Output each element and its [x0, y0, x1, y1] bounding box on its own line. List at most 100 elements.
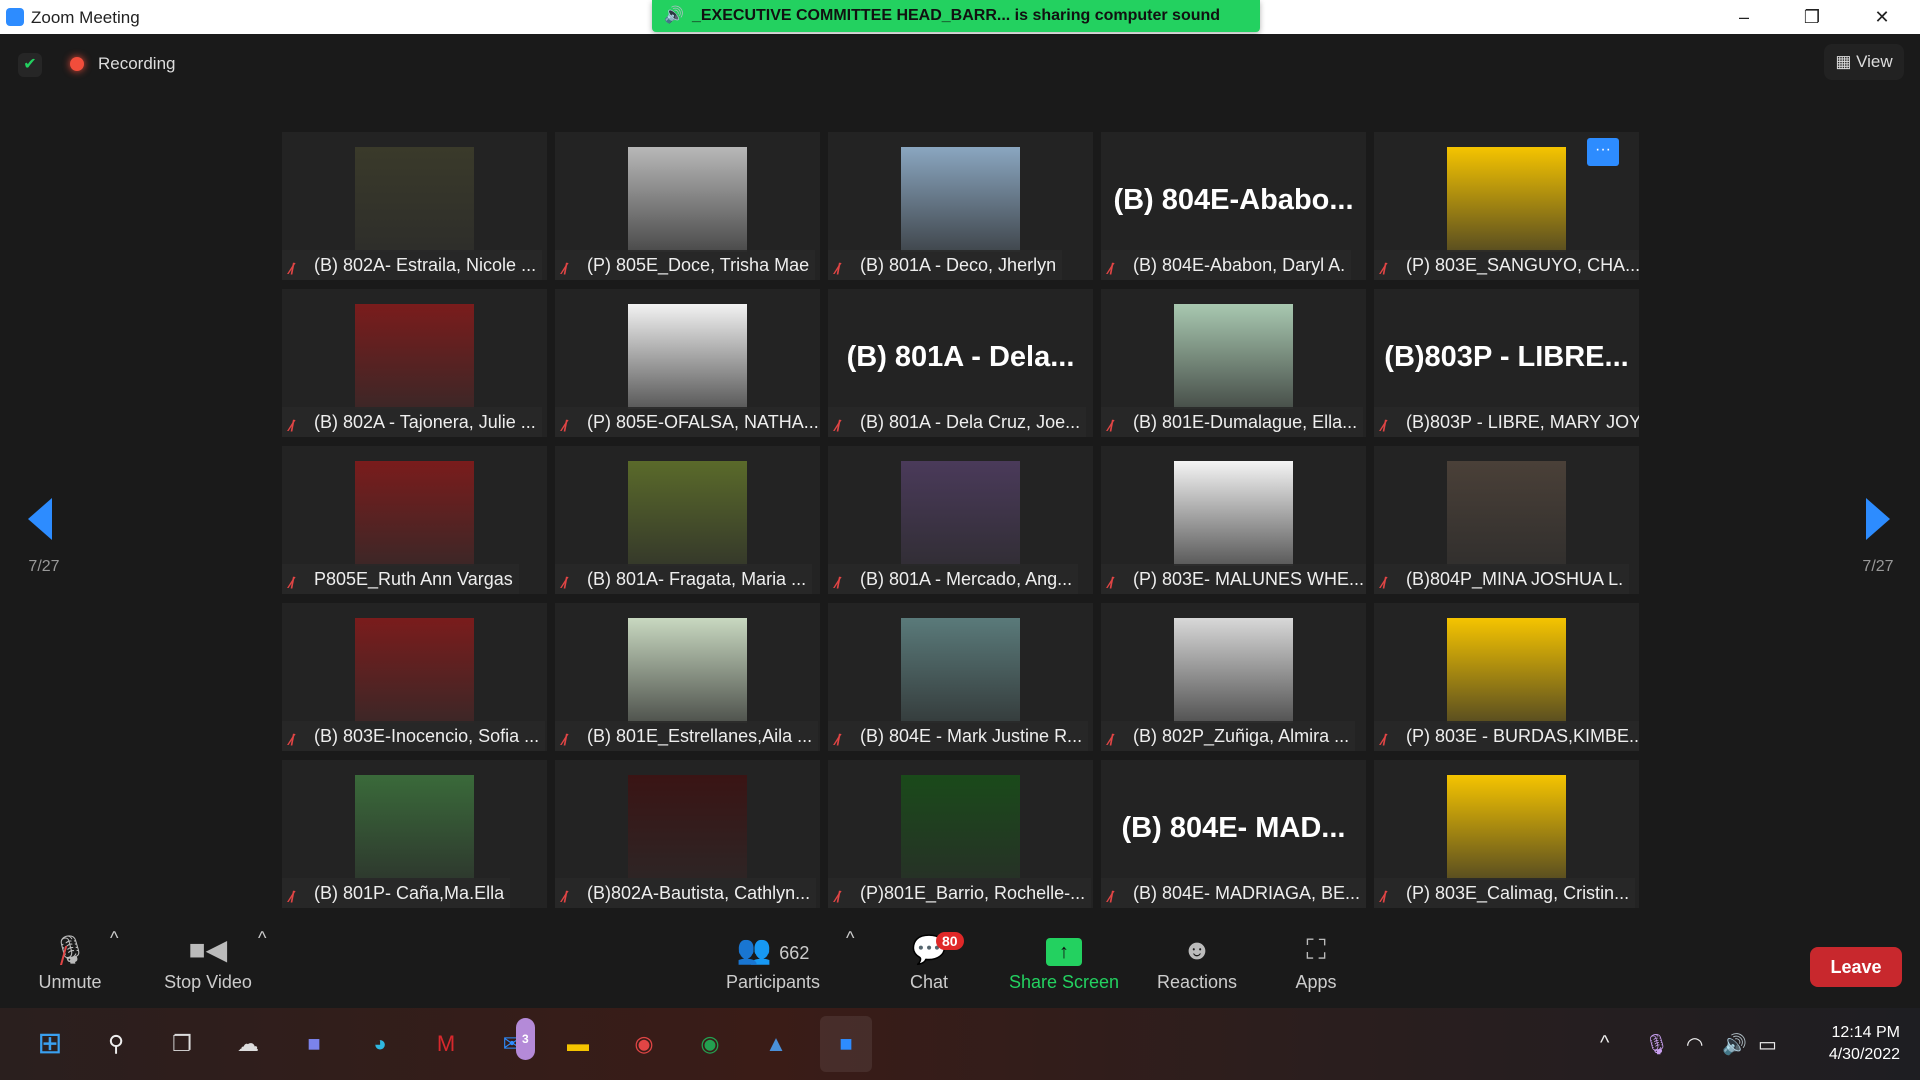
leave-button[interactable]: Leave	[1810, 947, 1902, 987]
apps-icon: ⛶	[1306, 934, 1326, 965]
participant-video	[355, 775, 474, 880]
audio-options-caret[interactable]: ^	[110, 928, 118, 949]
participant-tile[interactable]: ⁄̸ (B) 801E_Estrellanes,Aila ...	[555, 603, 820, 751]
restore-button[interactable]: ❐	[1792, 4, 1832, 30]
participant-name: (B) 804E-Ababon, Daryl A.	[1133, 255, 1346, 275]
participant-name-label: ⁄̸ (B) 804E- MADRIAGA, BE...	[1101, 878, 1366, 908]
microphone-tray-icon[interactable]: 🎙	[1644, 1032, 1669, 1057]
participant-name: (B)803P - LIBRE, MARY JOY	[1406, 412, 1639, 432]
muted-mic-icon: ⁄̸	[290, 575, 293, 592]
participant-tile[interactable]: ⁄̸ (B) 804E - Mark Justine R...	[828, 603, 1093, 751]
participant-tile[interactable]: ⁄̸ (B) 803E-Inocencio, Sofia ...	[282, 603, 547, 751]
mail-icon[interactable]: ✉ 3	[492, 1018, 535, 1064]
chrome-icon[interactable]: ◉	[624, 1024, 664, 1064]
search-icon[interactable]: ⚲	[96, 1024, 136, 1064]
participant-video	[355, 304, 474, 409]
participant-tile[interactable]: (B) 804E- MAD... ⁄̸ (B) 804E- MADRIAGA, BE…	[1101, 760, 1366, 908]
participant-tile[interactable]: ⁄̸ P805E_Ruth Ann Vargas	[282, 446, 547, 594]
participant-name-display: (B) 804E-Ababo...	[1113, 184, 1354, 216]
muted-mic-icon: ⁄̸	[1109, 732, 1112, 749]
volume-icon[interactable]: 🔊	[1722, 1032, 1747, 1057]
file-explorer-icon[interactable]: ▬	[558, 1024, 598, 1064]
muted-mic-icon: ⁄̸	[836, 575, 839, 592]
mcafee-icon[interactable]: M	[426, 1024, 466, 1064]
participant-tile[interactable]: ⁄̸ (P) 803E- MALUNES WHE...	[1101, 446, 1366, 594]
clock[interactable]: 12:14 PM 4/30/2022	[1829, 1022, 1900, 1066]
participant-video	[1447, 618, 1566, 723]
zoom-taskbar-icon[interactable]: ■	[820, 1016, 872, 1072]
participant-name: (B) 803E-Inocencio, Sofia ...	[314, 726, 540, 746]
window-title: Zoom Meeting	[31, 8, 140, 27]
zoom-app-icon	[6, 8, 24, 26]
view-button[interactable]: ▦ View	[1824, 44, 1904, 80]
participant-tile[interactable]: ⁄̸ (B) 802A- Estraila, Nicole ...	[282, 132, 547, 280]
participants-options-caret[interactable]: ^	[846, 928, 854, 949]
participant-tile[interactable]: ⁄̸ (B) 801A- Fragata, Maria ...	[555, 446, 820, 594]
participant-name: (B)804P_MINA JOSHUA L.	[1406, 569, 1624, 589]
edge-browser-icon[interactable]: ◕	[360, 1024, 400, 1064]
participant-name: (B) 801A- Fragata, Maria ...	[587, 569, 807, 589]
muted-mic-icon: ⁄̸	[1382, 889, 1385, 906]
reactions-button[interactable]: ☻ Reactions	[1152, 928, 1242, 993]
more-options-button[interactable]: ···	[1587, 138, 1619, 166]
participant-name-label: ⁄̸ (B) 804E - Mark Justine R...	[828, 721, 1089, 751]
muted-mic-icon: ⁄̸	[1109, 261, 1112, 278]
photos-icon[interactable]: ▲	[756, 1024, 796, 1064]
participant-tile[interactable]: ⁄̸ (B)802A-Bautista, Cathlyn...	[555, 760, 820, 908]
clock-date: 4/30/2022	[1828, 1046, 1900, 1063]
participant-name-label: ⁄̸ (B)804P_MINA JOSHUA L.	[1374, 564, 1630, 594]
participant-tile[interactable]: ⁄̸ (P) 805E-OFALSA, NATHA...	[555, 289, 820, 437]
participant-video	[355, 147, 474, 252]
participant-name-label: ⁄̸ (P)801E_Barrio, Rochelle-...	[828, 878, 1092, 908]
share-screen-button[interactable]: ↑ Share Screen	[1004, 928, 1124, 993]
participant-tile[interactable]: ⁄̸ (B) 801A - Mercado, Ang...	[828, 446, 1093, 594]
participant-tile[interactable]: ⁄̸ (P) 803E_SANGUYO, CHA... ···	[1374, 132, 1639, 280]
participant-tile[interactable]: (B) 804E-Ababo... ⁄̸ (B) 804E-Ababon, Dary…	[1101, 132, 1366, 280]
participant-name-label: ⁄̸ (B) 801A - Deco, Jherlyn	[828, 250, 1063, 280]
participant-tile[interactable]: ⁄̸ (P)801E_Barrio, Rochelle-...	[828, 760, 1093, 908]
shield-icon[interactable]: ✔	[18, 53, 42, 77]
prev-page-button[interactable]: 7/27	[28, 498, 60, 575]
close-button[interactable]: ✕	[1862, 4, 1902, 30]
participant-video	[355, 618, 474, 723]
participant-tile[interactable]: ⁄̸ (B)804P_MINA JOSHUA L.	[1374, 446, 1639, 594]
video-options-caret[interactable]: ^	[258, 928, 266, 949]
battery-icon[interactable]: ▭	[1758, 1032, 1777, 1057]
tray-overflow-icon[interactable]: ^	[1600, 1032, 1609, 1055]
participant-video	[901, 618, 1020, 723]
participant-tile[interactable]: (B) 801A - Dela... ⁄̸ (B) 801A - Dela Cruz…	[828, 289, 1093, 437]
minimize-button[interactable]: –	[1724, 4, 1764, 30]
task-view-icon[interactable]: ❐	[162, 1024, 202, 1064]
participant-name-label: ⁄̸ (P) 803E_SANGUYO, CHA...	[1374, 250, 1639, 280]
recording-label[interactable]: Recording	[98, 54, 176, 74]
participant-tile[interactable]: ⁄̸ (B) 802A - Tajonera, Julie ...	[282, 289, 547, 437]
weather-icon[interactable]: ☁	[228, 1024, 268, 1064]
muted-mic-icon: ⁄̸	[1109, 575, 1112, 592]
chrome-profile-icon[interactable]: ◉	[690, 1024, 730, 1064]
unmute-button[interactable]: 🎙 / Unmute	[30, 928, 110, 993]
muted-mic-icon: ⁄̸	[1382, 732, 1385, 749]
participant-tile[interactable]: ⁄̸ (B) 801P- Caña,Ma.Ella	[282, 760, 547, 908]
teams-chat-icon[interactable]: ■	[294, 1024, 334, 1064]
participant-tile[interactable]: ⁄̸ (P) 805E_Doce, Trisha Mae	[555, 132, 820, 280]
chat-button[interactable]: 💬 Chat 80	[904, 928, 964, 993]
wifi-icon[interactable]: ◠	[1686, 1032, 1703, 1057]
participant-tile[interactable]: ⁄̸ (B) 801E-Dumalague, Ella...	[1101, 289, 1366, 437]
participant-tile[interactable]: ⁄̸ (P) 803E - BURDAS,KIMBE...	[1374, 603, 1639, 751]
participant-tile[interactable]: ⁄̸ (P) 803E_Calimag, Cristin...	[1374, 760, 1639, 908]
participants-button[interactable]: 👥 662 Participants	[718, 928, 828, 993]
apps-button[interactable]: ⛶ Apps	[1290, 928, 1342, 993]
participant-tile[interactable]: ⁄̸ (B) 801A - Deco, Jherlyn	[828, 132, 1093, 280]
participant-tile[interactable]: (B)803P - LIBRE... ⁄̸ (B)803P - LIBRE, MAR…	[1374, 289, 1639, 437]
participant-name: (B) 801E-Dumalague, Ella...	[1133, 412, 1358, 432]
next-page-button[interactable]: 7/27	[1862, 498, 1894, 575]
muted-mic-icon: ⁄̸	[290, 418, 293, 435]
participant-name-label: ⁄̸ P805E_Ruth Ann Vargas	[282, 564, 519, 594]
participant-name: (B) 802P_Zuñiga, Almira ...	[1133, 726, 1350, 746]
recording-dot-icon	[70, 57, 84, 71]
stop-video-button[interactable]: ■◀ Stop Video	[158, 928, 258, 993]
participant-name: (B) 802A- Estraila, Nicole ...	[314, 255, 537, 275]
participant-tile[interactable]: ⁄̸ (B) 802P_Zuñiga, Almira ...	[1101, 603, 1366, 751]
windows-start-icon[interactable]: ⊞	[30, 1024, 70, 1064]
participants-label: Participants	[725, 972, 821, 992]
